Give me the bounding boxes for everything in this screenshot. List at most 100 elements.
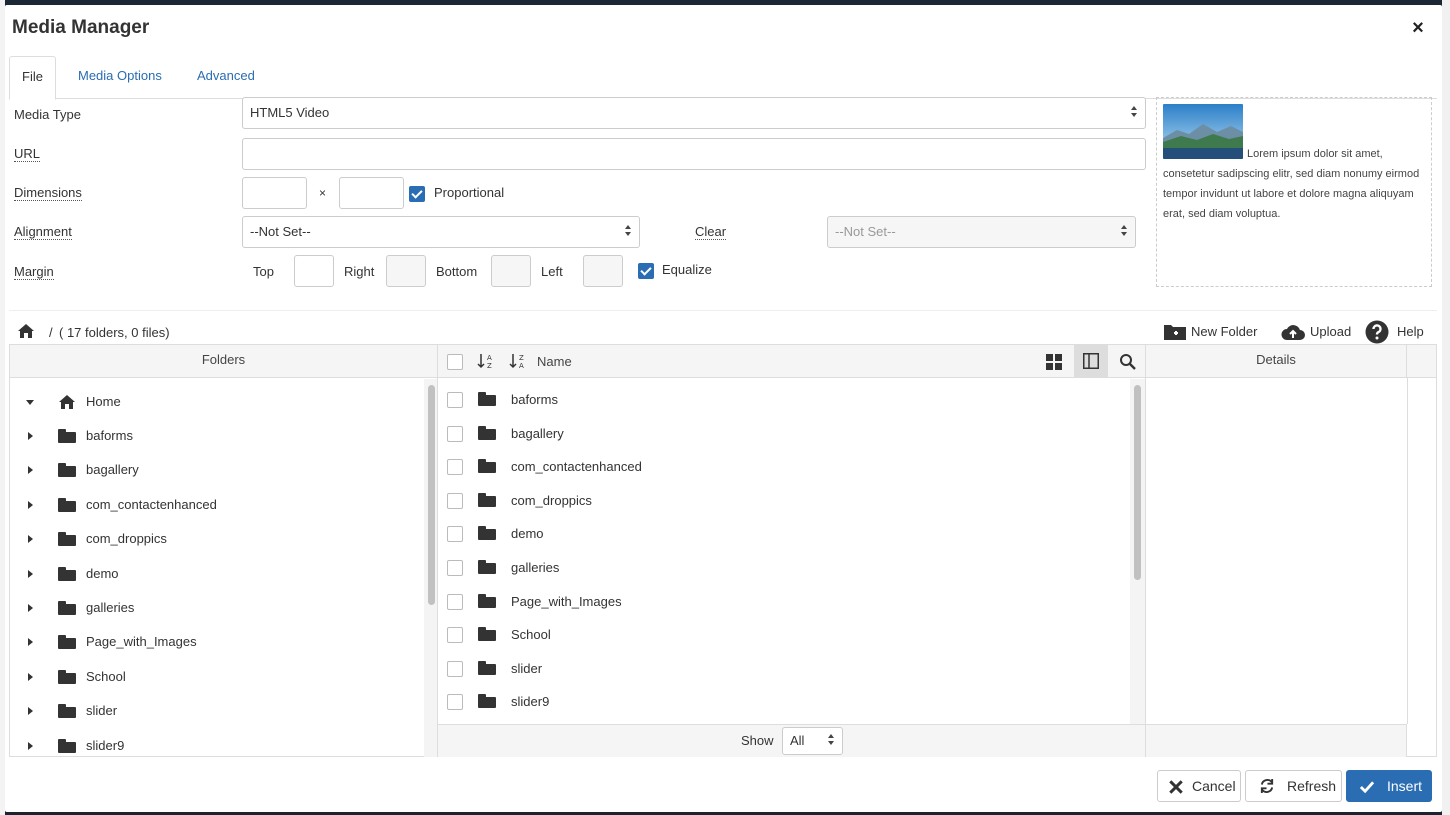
tree-item[interactable]: baforms <box>10 421 420 451</box>
grid-view-icon <box>1046 354 1062 370</box>
list-item[interactable]: slider <box>438 652 1128 685</box>
row-checkbox[interactable] <box>447 627 463 643</box>
caret-right-icon[interactable] <box>28 466 33 474</box>
new-folder-button[interactable]: New Folder <box>1163 319 1257 345</box>
cancel-button[interactable]: Cancel <box>1157 770 1241 802</box>
margin-top-input[interactable] <box>294 255 334 287</box>
svg-text:Z: Z <box>487 362 492 370</box>
row-checkbox[interactable] <box>447 560 463 576</box>
insert-button[interactable]: Insert <box>1346 770 1432 802</box>
caret-right-icon[interactable] <box>28 742 33 750</box>
list-item[interactable]: demo <box>438 517 1128 550</box>
list-item-label: baforms <box>511 392 558 407</box>
search-icon <box>1120 354 1136 370</box>
folder-icon <box>478 694 496 708</box>
caret-down-icon[interactable] <box>26 400 34 405</box>
caret-right-icon[interactable] <box>28 638 33 646</box>
list-item[interactable]: com_contactenhanced <box>438 450 1128 483</box>
caret-right-icon[interactable] <box>28 673 33 681</box>
row-checkbox[interactable] <box>447 459 463 475</box>
details-view-button[interactable] <box>1074 345 1108 377</box>
folders-scrollbar[interactable] <box>428 385 435 605</box>
margin-bottom-input[interactable] <box>491 255 531 287</box>
media-type-value: HTML5 Video <box>250 105 330 120</box>
tab-advanced[interactable]: Advanced <box>185 56 267 99</box>
caret-right-icon[interactable] <box>28 432 33 440</box>
alignment-select[interactable]: --Not Set-- <box>242 216 640 248</box>
tree-item[interactable]: com_contactenhanced <box>10 490 420 520</box>
folder-summary: ( 17 folders, 0 files) <box>59 325 170 340</box>
dialog-title: Media Manager <box>12 17 150 38</box>
sort-ascending-icon: AZ <box>477 354 492 370</box>
proportional-checkbox[interactable] <box>409 186 425 202</box>
list-item-label: galleries <box>511 560 560 575</box>
upload-button[interactable]: Upload <box>1280 319 1351 345</box>
dimensions-label: Dimensions <box>14 185 82 201</box>
height-input[interactable] <box>339 177 404 209</box>
files-scrollbar[interactable] <box>1134 385 1141 580</box>
tree-item[interactable]: com_droppics <box>10 524 420 554</box>
clear-select[interactable]: --Not Set-- <box>827 216 1136 248</box>
row-checkbox[interactable] <box>447 661 463 677</box>
select-arrows-icon <box>625 225 631 239</box>
list-item[interactable]: galleries <box>438 551 1128 584</box>
files-footer: Show All <box>438 724 1145 757</box>
tree-item[interactable]: galleries <box>10 593 420 623</box>
tree-item[interactable]: bagallery <box>10 455 420 485</box>
tree-item[interactable]: slider9 <box>10 731 420 761</box>
tree-item[interactable]: School <box>10 662 420 692</box>
help-button[interactable]: Help <box>1365 319 1424 345</box>
tree-item[interactable]: demo <box>10 559 420 589</box>
margin-right-label: Right <box>344 264 375 279</box>
caret-right-icon[interactable] <box>28 501 33 509</box>
files-header: AZ ZA Name <box>438 345 1145 378</box>
list-item[interactable]: Page_with_Images <box>438 585 1128 618</box>
folder-icon <box>58 567 76 581</box>
details-header: Details <box>1146 345 1407 378</box>
close-icon <box>1169 780 1183 794</box>
list-item[interactable]: bagallery <box>438 417 1128 450</box>
list-item-label: slider9 <box>511 694 550 709</box>
tree-item[interactable]: slider <box>10 696 420 726</box>
check-icon <box>1359 781 1375 794</box>
folder-icon <box>478 392 496 406</box>
width-input[interactable] <box>242 177 307 209</box>
folder-icon <box>478 459 496 473</box>
caret-right-icon[interactable] <box>28 707 33 715</box>
row-checkbox[interactable] <box>447 426 463 442</box>
list-item[interactable]: com_droppics <box>438 484 1128 517</box>
details-footer <box>1146 724 1407 757</box>
row-checkbox[interactable] <box>447 392 463 408</box>
folder-icon <box>58 739 76 753</box>
list-item[interactable]: baforms <box>438 383 1128 416</box>
row-checkbox[interactable] <box>447 594 463 610</box>
close-button[interactable]: × <box>1407 18 1429 40</box>
row-checkbox[interactable] <box>447 493 463 509</box>
url-input[interactable] <box>242 138 1146 170</box>
home-icon[interactable] <box>17 323 35 339</box>
tree-item-label: galleries <box>86 600 135 615</box>
tab-bar: File Media Options Advanced <box>9 56 1437 100</box>
caret-right-icon[interactable] <box>28 604 33 612</box>
name-column-header[interactable]: Name <box>537 347 572 377</box>
caret-right-icon[interactable] <box>28 535 33 543</box>
caret-right-icon[interactable] <box>28 570 33 578</box>
equalize-checkbox[interactable] <box>638 263 654 279</box>
tab-media-options[interactable]: Media Options <box>66 56 174 99</box>
folder-icon <box>478 661 496 675</box>
tree-item[interactable]: Page_with_Images <box>10 627 420 657</box>
tree-item-label: com_droppics <box>86 531 167 546</box>
tab-file[interactable]: File <box>9 56 56 100</box>
margin-left-input[interactable] <box>583 255 623 287</box>
list-item-label: Page_with_Images <box>511 594 622 609</box>
row-checkbox[interactable] <box>447 526 463 542</box>
show-select[interactable]: All <box>782 727 843 755</box>
list-item[interactable]: School <box>438 618 1128 651</box>
select-all-checkbox[interactable] <box>447 354 463 370</box>
margin-right-input[interactable] <box>386 255 426 287</box>
list-item[interactable]: slider9 <box>438 685 1128 718</box>
row-checkbox[interactable] <box>447 694 463 710</box>
tree-item-home[interactable]: Home <box>10 387 420 417</box>
refresh-button[interactable]: Refresh <box>1245 770 1342 802</box>
media-type-select[interactable]: HTML5 Video <box>242 97 1146 129</box>
